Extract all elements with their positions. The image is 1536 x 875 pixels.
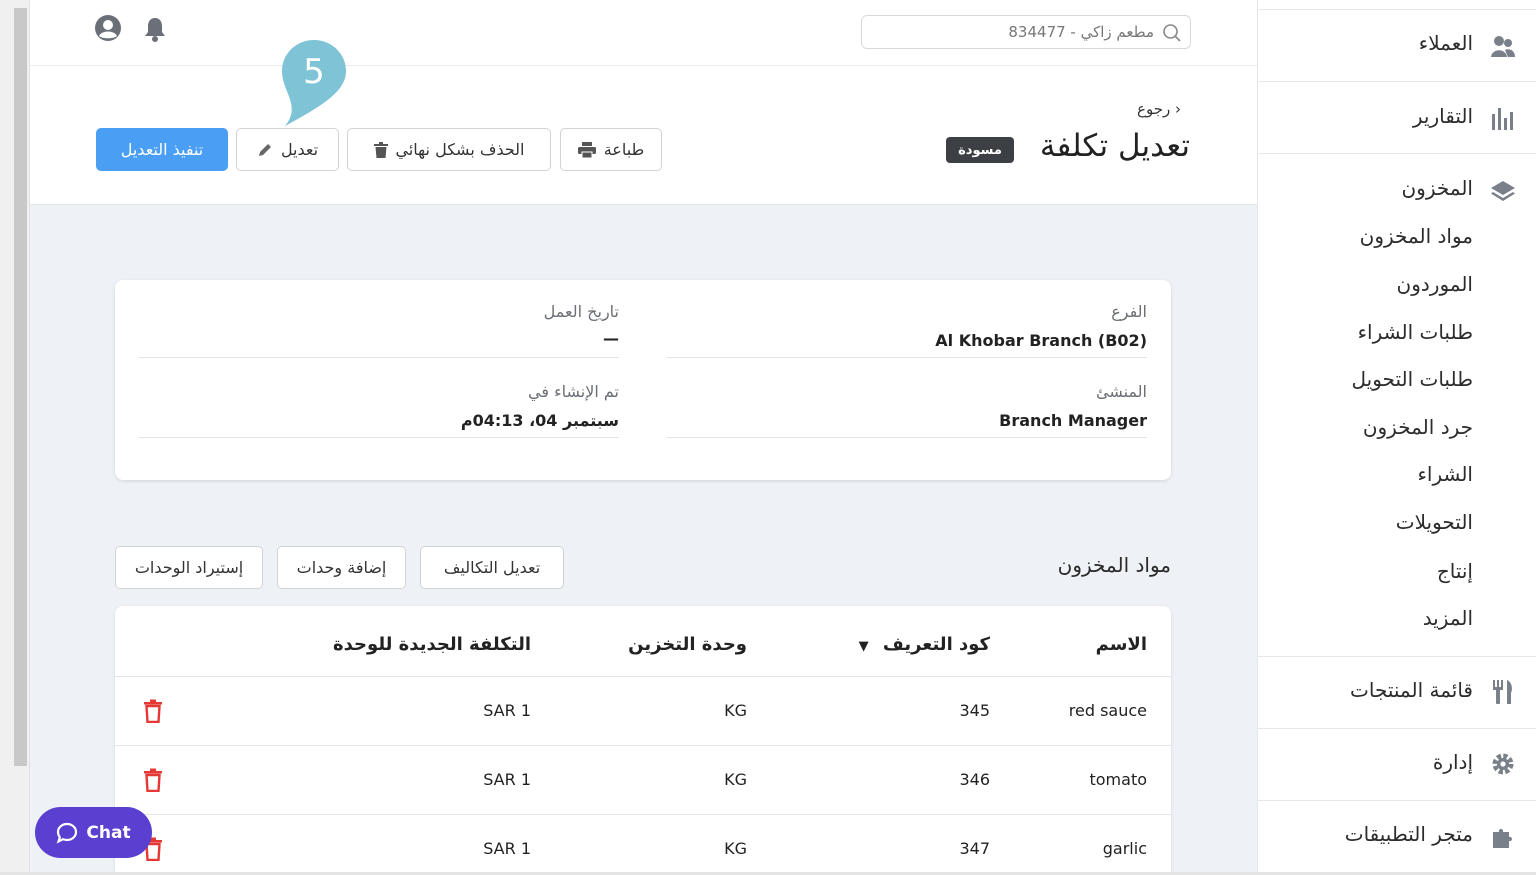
puzzle-icon (1493, 829, 1512, 848)
step-number: 5 (303, 52, 325, 92)
utensils-icon (1493, 680, 1512, 704)
sidebar-subitem-inventory-count[interactable]: جرد المخزون (1363, 415, 1473, 439)
item-unit: KG (724, 701, 747, 720)
chat-label: Chat (86, 822, 131, 843)
import-items-button[interactable]: إستيراد الوحدات (115, 546, 263, 589)
sidebar-item-menu[interactable]: قائمة المنتجات (1350, 678, 1473, 702)
item-cost: SAR 1 (483, 701, 531, 720)
add-items-button[interactable]: إضافة وحدات (277, 546, 406, 589)
item-sku: 345 (959, 701, 990, 720)
scrollbar-thumb[interactable] (14, 8, 27, 766)
business-date-value: — (603, 329, 619, 348)
item-unit: KG (724, 839, 747, 858)
sidebar-subitem-inventory-items[interactable]: مواد المخزون (1360, 224, 1473, 248)
column-header-storage-unit[interactable]: وحدة التخزين (628, 634, 747, 655)
divider (139, 357, 619, 358)
table-row[interactable]: garlic 347 KG SAR 1 (115, 814, 1171, 875)
sidebar-item-customers[interactable]: العملاء (1419, 31, 1473, 55)
sidebar-item-marketplace[interactable]: متجر التطبيقات (1345, 822, 1473, 846)
created-at-value: سبتمبر 04، 04:13م (460, 411, 619, 430)
edit-costs-button[interactable]: تعديل التكاليف (420, 546, 564, 589)
sidebar: العملاء التقارير المخزون مواد المخزون ال… (1257, 0, 1536, 875)
delete-row-icon[interactable] (143, 699, 163, 723)
creator-value: Branch Manager (999, 411, 1147, 430)
column-header-sku[interactable]: كود التعريف ▼ (859, 634, 990, 655)
print-label: طباعة (603, 140, 645, 159)
sidebar-subitem-purchasing[interactable]: الشراء (1418, 462, 1474, 486)
sidebar-item-reports[interactable]: التقارير (1413, 104, 1473, 128)
item-name: red sauce (1068, 701, 1147, 720)
column-header-sku-label: كود التعريف (882, 634, 990, 655)
edit-button[interactable]: تعديل (236, 128, 339, 171)
sidebar-divider (1258, 728, 1536, 729)
sidebar-subitem-transfers[interactable]: التحويلات (1396, 510, 1473, 534)
search-input[interactable] (872, 16, 1154, 48)
delete-permanently-label: الحذف بشكل نهائي (395, 140, 525, 159)
divider (667, 357, 1147, 358)
item-unit: KG (724, 770, 747, 789)
notification-bell-icon[interactable] (141, 15, 169, 43)
item-cost: SAR 1 (483, 770, 531, 789)
sidebar-divider (1258, 656, 1536, 657)
sidebar-divider (1258, 9, 1536, 10)
customers-icon (1491, 36, 1515, 57)
chat-button[interactable]: Chat (35, 807, 152, 858)
search-box[interactable] (861, 15, 1191, 49)
sidebar-subitem-purchase-orders[interactable]: طلبات الشراء (1358, 320, 1473, 344)
business-date-label: تاريخ العمل (543, 302, 619, 321)
gear-icon (1492, 753, 1514, 775)
creator-label: المنشئ (1095, 382, 1147, 401)
print-button[interactable]: طباعة (560, 128, 662, 171)
search-icon (1163, 24, 1181, 42)
back-link[interactable]: ‹ رجوع (1137, 100, 1181, 118)
sidebar-item-manage[interactable]: إدارة (1433, 750, 1473, 774)
submit-adjustment-button[interactable]: تنفيذ التعديل (96, 128, 228, 171)
divider (139, 437, 619, 438)
pencil-icon (258, 143, 271, 156)
column-header-name[interactable]: الاسم (1096, 634, 1147, 655)
delete-permanently-button[interactable]: الحذف بشكل نهائي (347, 128, 551, 171)
column-header-new-unit-cost[interactable]: التكلفة الجديدة للوحدة (333, 634, 531, 655)
sidebar-subitem-suppliers[interactable]: الموردون (1397, 272, 1473, 296)
sidebar-subitem-transfer-orders[interactable]: طلبات التحويل (1352, 367, 1474, 391)
page-title: تعديل تكلفة (1039, 128, 1190, 164)
inventory-items-heading: مواد المخزون (1057, 553, 1171, 577)
item-name: tomato (1089, 770, 1147, 789)
sidebar-subitem-more[interactable]: المزيد (1423, 606, 1473, 630)
item-sku: 346 (959, 770, 990, 789)
item-cost: SAR 1 (483, 839, 531, 858)
sidebar-divider (1258, 800, 1536, 801)
chat-bubble-icon (57, 822, 78, 844)
sidebar-item-inventory[interactable]: المخزون (1401, 176, 1473, 200)
item-name: garlic (1102, 839, 1147, 858)
created-at-label: تم الإنشاء في (528, 382, 619, 401)
delete-row-icon[interactable] (143, 768, 163, 792)
edit-label: تعديل (280, 140, 319, 159)
sort-down-icon: ▼ (858, 639, 869, 654)
back-label: رجوع (1137, 100, 1171, 118)
chevron-right-icon: ‹ (1175, 100, 1181, 118)
account-icon[interactable] (94, 14, 122, 42)
branch-label: الفرع (1111, 302, 1147, 321)
table-row[interactable]: red sauce 345 KG SAR 1 (115, 676, 1171, 745)
adjustment-details-card: الفرع Al Khobar Branch (B02) تاريخ العمل… (115, 280, 1171, 480)
layers-icon (1491, 181, 1515, 201)
item-sku: 347 (959, 839, 990, 858)
status-badge: مسودة (946, 137, 1014, 163)
printer-icon (577, 141, 596, 158)
items-table: الاسم كود التعريف ▼ وحدة التخزين التكلفة… (115, 606, 1171, 875)
sidebar-divider (1258, 153, 1536, 154)
sidebar-divider (1258, 81, 1536, 82)
trash-icon (373, 141, 388, 158)
sidebar-subitem-production[interactable]: إنتاج (1437, 559, 1473, 583)
bar-chart-icon (1492, 108, 1513, 130)
divider (667, 437, 1147, 438)
table-row[interactable]: tomato 346 KG SAR 1 (115, 745, 1171, 814)
branch-value: Al Khobar Branch (B02) (935, 331, 1147, 350)
